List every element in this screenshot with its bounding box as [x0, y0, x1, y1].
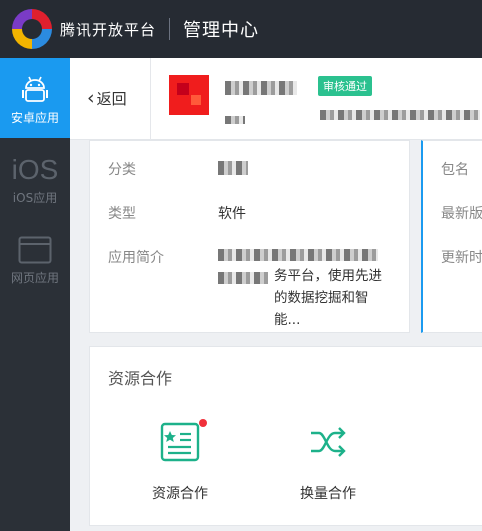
app-meta-redacted [320, 110, 480, 120]
back-label: 返回 [96, 89, 127, 108]
package-label: 包名 [441, 162, 469, 178]
header-divider [150, 58, 151, 140]
chevron-left-icon: ‹ [87, 87, 95, 109]
description-redacted-line2 [218, 272, 268, 284]
sidebar-item-label: 安卓应用 [10, 110, 59, 125]
description-redacted-line1 [218, 249, 378, 261]
resource-doc-icon [125, 417, 235, 467]
app-name-redacted [225, 81, 297, 95]
top-bar: 腾讯开放平台 管理中心 [0, 0, 482, 58]
app-info-card: 分类 类型 软件 应用简介 务平台，使用先进的数据挖掘和智能... [89, 140, 410, 333]
sidebar-item-web[interactable]: 网页应用 [0, 218, 70, 298]
sidebar-item-android[interactable]: 安卓应用 [0, 58, 70, 138]
description-label: 应用简介 [108, 250, 164, 266]
notification-dot [199, 419, 207, 427]
topbar-divider [169, 18, 171, 40]
app-meta-redacted-small [225, 116, 245, 124]
latest-version-label: 最新版 [441, 206, 482, 222]
android-icon [21, 71, 49, 109]
coop-item-label: 资源合作 [152, 486, 208, 502]
back-button[interactable]: ‹ 返回 [87, 87, 127, 109]
sidebar-item-label: iOS应用 [12, 190, 58, 205]
ios-icon: iOS [11, 153, 59, 185]
description-text: 务平台，使用先进的数据挖掘和智能... [274, 268, 382, 328]
browser-window-icon [18, 231, 52, 269]
sidebar-item-label: 网页应用 [10, 270, 59, 285]
traffic-exchange-button[interactable]: 换量合作 [273, 417, 383, 503]
review-status-badge: 审核通过 [318, 76, 372, 96]
tencent-open-platform-logo[interactable] [12, 9, 52, 49]
app-header: ‹ 返回 审核通过 [70, 58, 482, 140]
section-title: 管理中心 [183, 20, 260, 41]
type-label: 类型 [108, 206, 136, 222]
sidebar-item-ios[interactable]: iOS iOS应用 [0, 138, 70, 218]
resource-cooperation-button[interactable]: 资源合作 [125, 417, 235, 503]
cooperation-title: 资源合作 [108, 369, 173, 388]
coop-item-label: 换量合作 [300, 486, 356, 502]
cooperation-card: 资源合作 资源合作 换量合作 [89, 346, 482, 526]
brand-name: 腾讯开放平台 [60, 20, 157, 39]
category-label: 分类 [108, 162, 136, 178]
sidebar: 安卓应用 iOS iOS应用 网页应用 [0, 58, 70, 531]
updated-time-label: 更新时 [441, 250, 482, 266]
type-value: 软件 [218, 206, 246, 222]
shuffle-icon [273, 417, 383, 467]
category-value-redacted [218, 161, 248, 175]
app-icon [169, 75, 209, 115]
app-info-card-right: 包名 最新版 更新时 [421, 140, 482, 333]
